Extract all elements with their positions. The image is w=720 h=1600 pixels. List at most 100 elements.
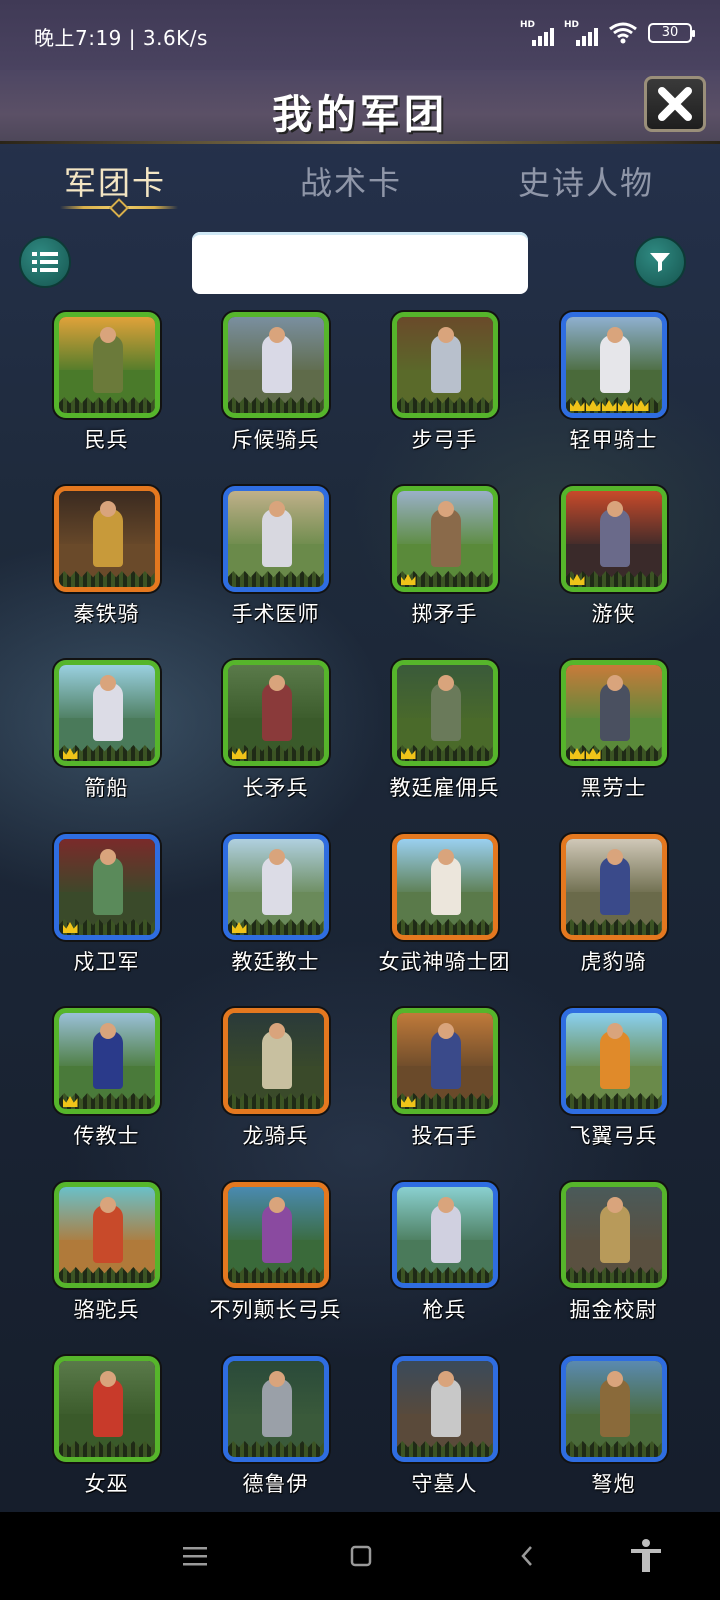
list-icon xyxy=(32,252,58,272)
unit-card[interactable]: 守墓人 xyxy=(360,1356,529,1530)
list-view-button[interactable] xyxy=(19,236,71,288)
unit-artwork xyxy=(58,1361,155,1457)
unit-card[interactable]: 骆驼兵 xyxy=(22,1182,191,1356)
unit-name: 德鲁伊 xyxy=(242,1472,309,1496)
unit-card[interactable]: 龙骑兵 xyxy=(191,1008,360,1182)
search-input[interactable] xyxy=(192,232,528,294)
unit-card[interactable]: 枪兵 xyxy=(360,1182,529,1356)
unit-card[interactable]: 轻甲骑士 xyxy=(529,312,698,486)
unit-artwork xyxy=(565,491,662,587)
unit-name: 守墓人 xyxy=(411,1472,478,1496)
unit-artwork xyxy=(227,665,324,761)
signal-icon: HD xyxy=(564,20,598,46)
unit-card[interactable]: 箭船 xyxy=(22,660,191,834)
unit-card[interactable]: 飞翼弓兵 xyxy=(529,1008,698,1182)
unit-artwork xyxy=(396,1187,493,1283)
unit-name: 步弓手 xyxy=(411,428,478,452)
unit-name: 教廷雇佣兵 xyxy=(389,776,500,800)
unit-card[interactable]: 投石手 xyxy=(360,1008,529,1182)
unit-artwork xyxy=(58,491,155,587)
unit-portrait xyxy=(391,1008,498,1114)
unit-portrait xyxy=(560,1182,667,1288)
unit-portrait xyxy=(391,312,498,418)
unit-artwork xyxy=(58,1013,155,1109)
unit-portrait xyxy=(560,312,667,418)
unit-card[interactable]: 民兵 xyxy=(22,312,191,486)
crown-icon xyxy=(400,748,416,759)
unit-card[interactable]: 戍卫军 xyxy=(22,834,191,1008)
crown-rating xyxy=(400,748,416,759)
unit-card[interactable]: 传教士 xyxy=(22,1008,191,1182)
unit-card[interactable]: 黑劳士 xyxy=(529,660,698,834)
unit-card[interactable]: 掷矛手 xyxy=(360,486,529,660)
crown-icon xyxy=(62,1096,78,1107)
unit-name: 戍卫军 xyxy=(73,950,140,974)
unit-portrait xyxy=(391,1356,498,1462)
tab-tactic-cards[interactable]: 战术卡 xyxy=(300,158,402,204)
unit-artwork xyxy=(396,839,493,935)
unit-name: 游侠 xyxy=(591,602,636,626)
accessibility-button[interactable] xyxy=(628,1538,664,1574)
unit-card[interactable]: 女武神骑士团 xyxy=(360,834,529,1008)
unit-card[interactable]: 秦铁骑 xyxy=(22,486,191,660)
unit-artwork xyxy=(227,1361,324,1457)
home-icon xyxy=(350,1545,372,1567)
system-nav-bar xyxy=(0,1512,720,1600)
crown-icon xyxy=(400,574,416,585)
signal-icon: HD xyxy=(520,20,554,46)
unit-portrait xyxy=(222,1356,329,1462)
unit-card[interactable]: 不列颠长弓兵 xyxy=(191,1182,360,1356)
unit-artwork xyxy=(227,1187,324,1283)
unit-portrait xyxy=(222,312,329,418)
menu-button[interactable] xyxy=(180,1538,210,1574)
unit-card[interactable]: 掘金校尉 xyxy=(529,1182,698,1356)
unit-card[interactable]: 虎豹骑 xyxy=(529,834,698,1008)
unit-portrait xyxy=(391,834,498,940)
unit-artwork xyxy=(227,1013,324,1109)
crown-icon xyxy=(569,574,585,585)
close-button[interactable] xyxy=(644,76,706,132)
unit-name: 长矛兵 xyxy=(242,776,309,800)
unit-name: 投石手 xyxy=(411,1124,478,1148)
unit-artwork xyxy=(58,839,155,935)
unit-card[interactable]: 长矛兵 xyxy=(191,660,360,834)
unit-card[interactable]: 教廷教士 xyxy=(191,834,360,1008)
unit-card[interactable]: 手术医师 xyxy=(191,486,360,660)
crown-rating xyxy=(231,922,247,933)
unit-card[interactable]: 德鲁伊 xyxy=(191,1356,360,1530)
unit-card[interactable]: 女巫 xyxy=(22,1356,191,1530)
unit-artwork xyxy=(227,839,324,935)
unit-artwork xyxy=(58,317,155,413)
unit-name: 斥候骑兵 xyxy=(231,428,320,452)
unit-name: 女巫 xyxy=(84,1472,129,1496)
status-time: 晚上7:19 | 3.6K/s xyxy=(34,26,208,50)
active-tab-indicator xyxy=(60,206,178,209)
unit-artwork xyxy=(565,1013,662,1109)
crown-icon xyxy=(231,922,247,933)
app-root: 晚上7:19 | 3.6K/s HD HD 30 我的军团 军团卡 战术卡 史诗… xyxy=(0,0,720,1600)
home-button[interactable] xyxy=(346,1538,376,1574)
unit-name: 掘金校尉 xyxy=(569,1298,658,1322)
tab-epic-characters[interactable]: 史诗人物 xyxy=(518,158,654,204)
crown-icon xyxy=(585,748,601,759)
unit-name: 虎豹骑 xyxy=(580,950,647,974)
crown-icon xyxy=(633,400,649,411)
unit-portrait xyxy=(53,312,160,418)
status-bar: 晚上7:19 | 3.6K/s HD HD 30 xyxy=(0,0,720,70)
accessibility-icon xyxy=(631,1539,661,1572)
unit-card[interactable]: 斥候骑兵 xyxy=(191,312,360,486)
unit-card[interactable]: 教廷雇佣兵 xyxy=(360,660,529,834)
unit-card[interactable]: 游侠 xyxy=(529,486,698,660)
unit-name: 秦铁骑 xyxy=(73,602,140,626)
tab-legion-cards[interactable]: 军团卡 xyxy=(64,158,166,204)
unit-artwork xyxy=(565,1187,662,1283)
unit-card[interactable]: 弩炮 xyxy=(529,1356,698,1530)
unit-card[interactable]: 步弓手 xyxy=(360,312,529,486)
filter-button[interactable] xyxy=(634,236,686,288)
unit-name: 民兵 xyxy=(84,428,129,452)
unit-portrait xyxy=(560,1008,667,1114)
crown-rating xyxy=(569,400,649,411)
unit-artwork xyxy=(565,839,662,935)
unit-artwork xyxy=(565,665,662,761)
back-button[interactable] xyxy=(512,1538,542,1574)
